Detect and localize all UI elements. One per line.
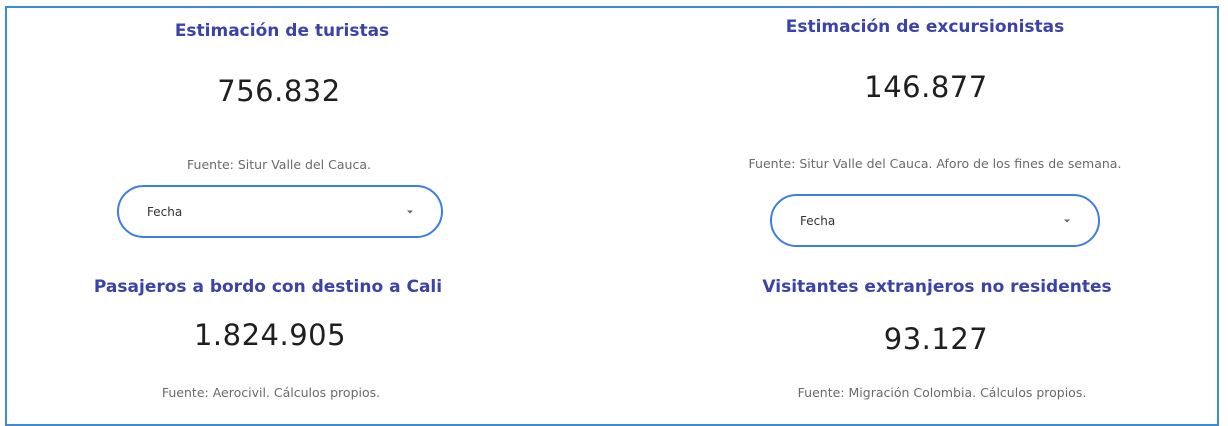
card-source: Fuente: Situr Valle del Cauca. Aforo de … — [748, 156, 1122, 171]
card-value: 1.824.905 — [193, 318, 347, 352]
date-select[interactable]: Fecha — [770, 194, 1100, 247]
date-select-value: Fecha — [147, 204, 183, 219]
card-title: Estimación de excursionistas — [785, 17, 1065, 37]
card-title: Visitantes extranjeros no residentes — [762, 277, 1112, 297]
card-value: 146.877 — [864, 70, 988, 104]
card-title: Estimación de turistas — [174, 21, 390, 41]
card-source: Fuente: Aerocivil. Cálculos propios. — [161, 385, 381, 400]
caret-down-icon — [407, 210, 413, 213]
card-value: 93.127 — [883, 322, 989, 356]
date-select[interactable]: Fecha — [117, 185, 443, 238]
caret-down-icon — [1064, 219, 1070, 222]
card-source: Fuente: Situr Valle del Cauca. — [187, 157, 371, 172]
card-source: Fuente: Migración Colombia. Cálculos pro… — [797, 385, 1087, 400]
card-value: 756.832 — [217, 74, 341, 108]
date-select-value: Fecha — [800, 213, 836, 228]
card-title: Pasajeros a bordo con destino a Cali — [93, 277, 443, 297]
